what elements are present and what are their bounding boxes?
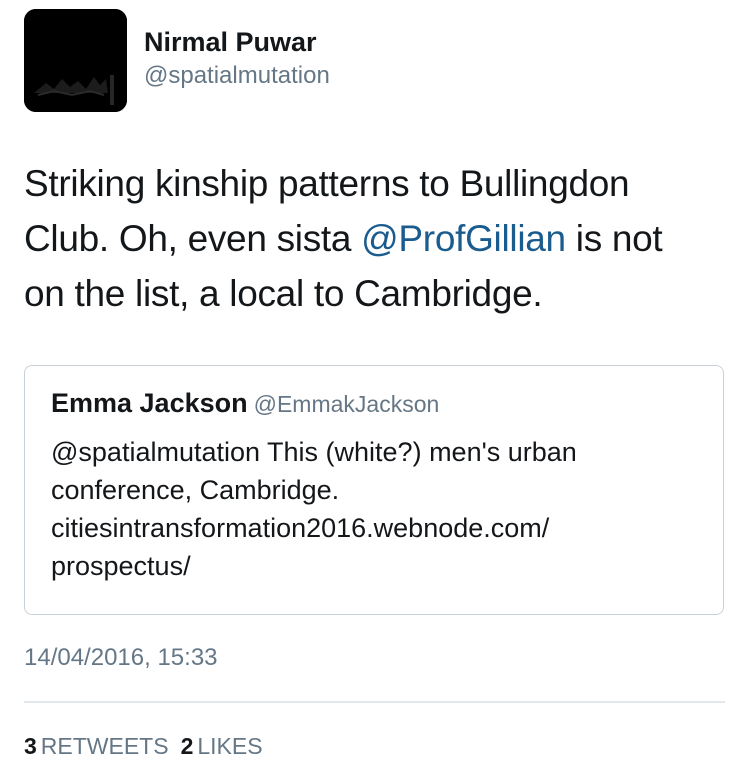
retweets-count[interactable]: 3	[24, 733, 37, 759]
author-display-name[interactable]: Nirmal Puwar	[144, 26, 317, 58]
tweet-text-segment: is not	[565, 218, 663, 259]
quoted-text-line: conference, Cambridge.	[51, 475, 340, 505]
likes-label[interactable]: LIKES	[197, 733, 262, 759]
quoted-tweet-header: Emma Jackson @EmmakJackson	[51, 388, 439, 419]
tweet-text: Striking kinship patterns to Bullingdon …	[24, 156, 724, 321]
tweet-text-line: Striking kinship patterns to Bullingdon	[24, 163, 630, 204]
quoted-author-name: Emma Jackson	[51, 388, 248, 418]
quoted-text-line: @spatialmutation This (white?) men's urb…	[51, 437, 577, 467]
quoted-text-line: prospectus/	[51, 551, 191, 581]
author-avatar[interactable]	[24, 9, 127, 112]
likes-count[interactable]: 2	[181, 733, 194, 759]
author-handle[interactable]: @spatialmutation	[144, 61, 330, 91]
quoted-author-handle: @EmmakJackson	[253, 391, 440, 417]
engagement-stats: 3 RETWEETS 2 LIKES	[24, 731, 275, 761]
tweet-text-segment: Club. Oh, even sista	[24, 218, 362, 259]
tweet-text-line: Club. Oh, even sista @ProfGillian is not	[24, 211, 724, 266]
quoted-text-line: citiesintransformation2016.webnode.com/	[51, 513, 550, 543]
mention-link[interactable]: @ProfGillian	[361, 218, 566, 259]
quoted-tweet-card[interactable]: Emma Jackson @EmmakJackson @spatialmutati…	[24, 365, 724, 615]
tweet-timestamp[interactable]: 14/04/2016, 15:33	[24, 643, 218, 673]
tweet-text-line: on the list, a local to Cambridge.	[24, 273, 543, 314]
retweets-label[interactable]: RETWEETS	[41, 733, 169, 759]
stats-divider	[24, 701, 725, 703]
avatar-image	[24, 9, 127, 112]
quoted-tweet-text: @spatialmutation This (white?) men's urb…	[51, 433, 701, 585]
